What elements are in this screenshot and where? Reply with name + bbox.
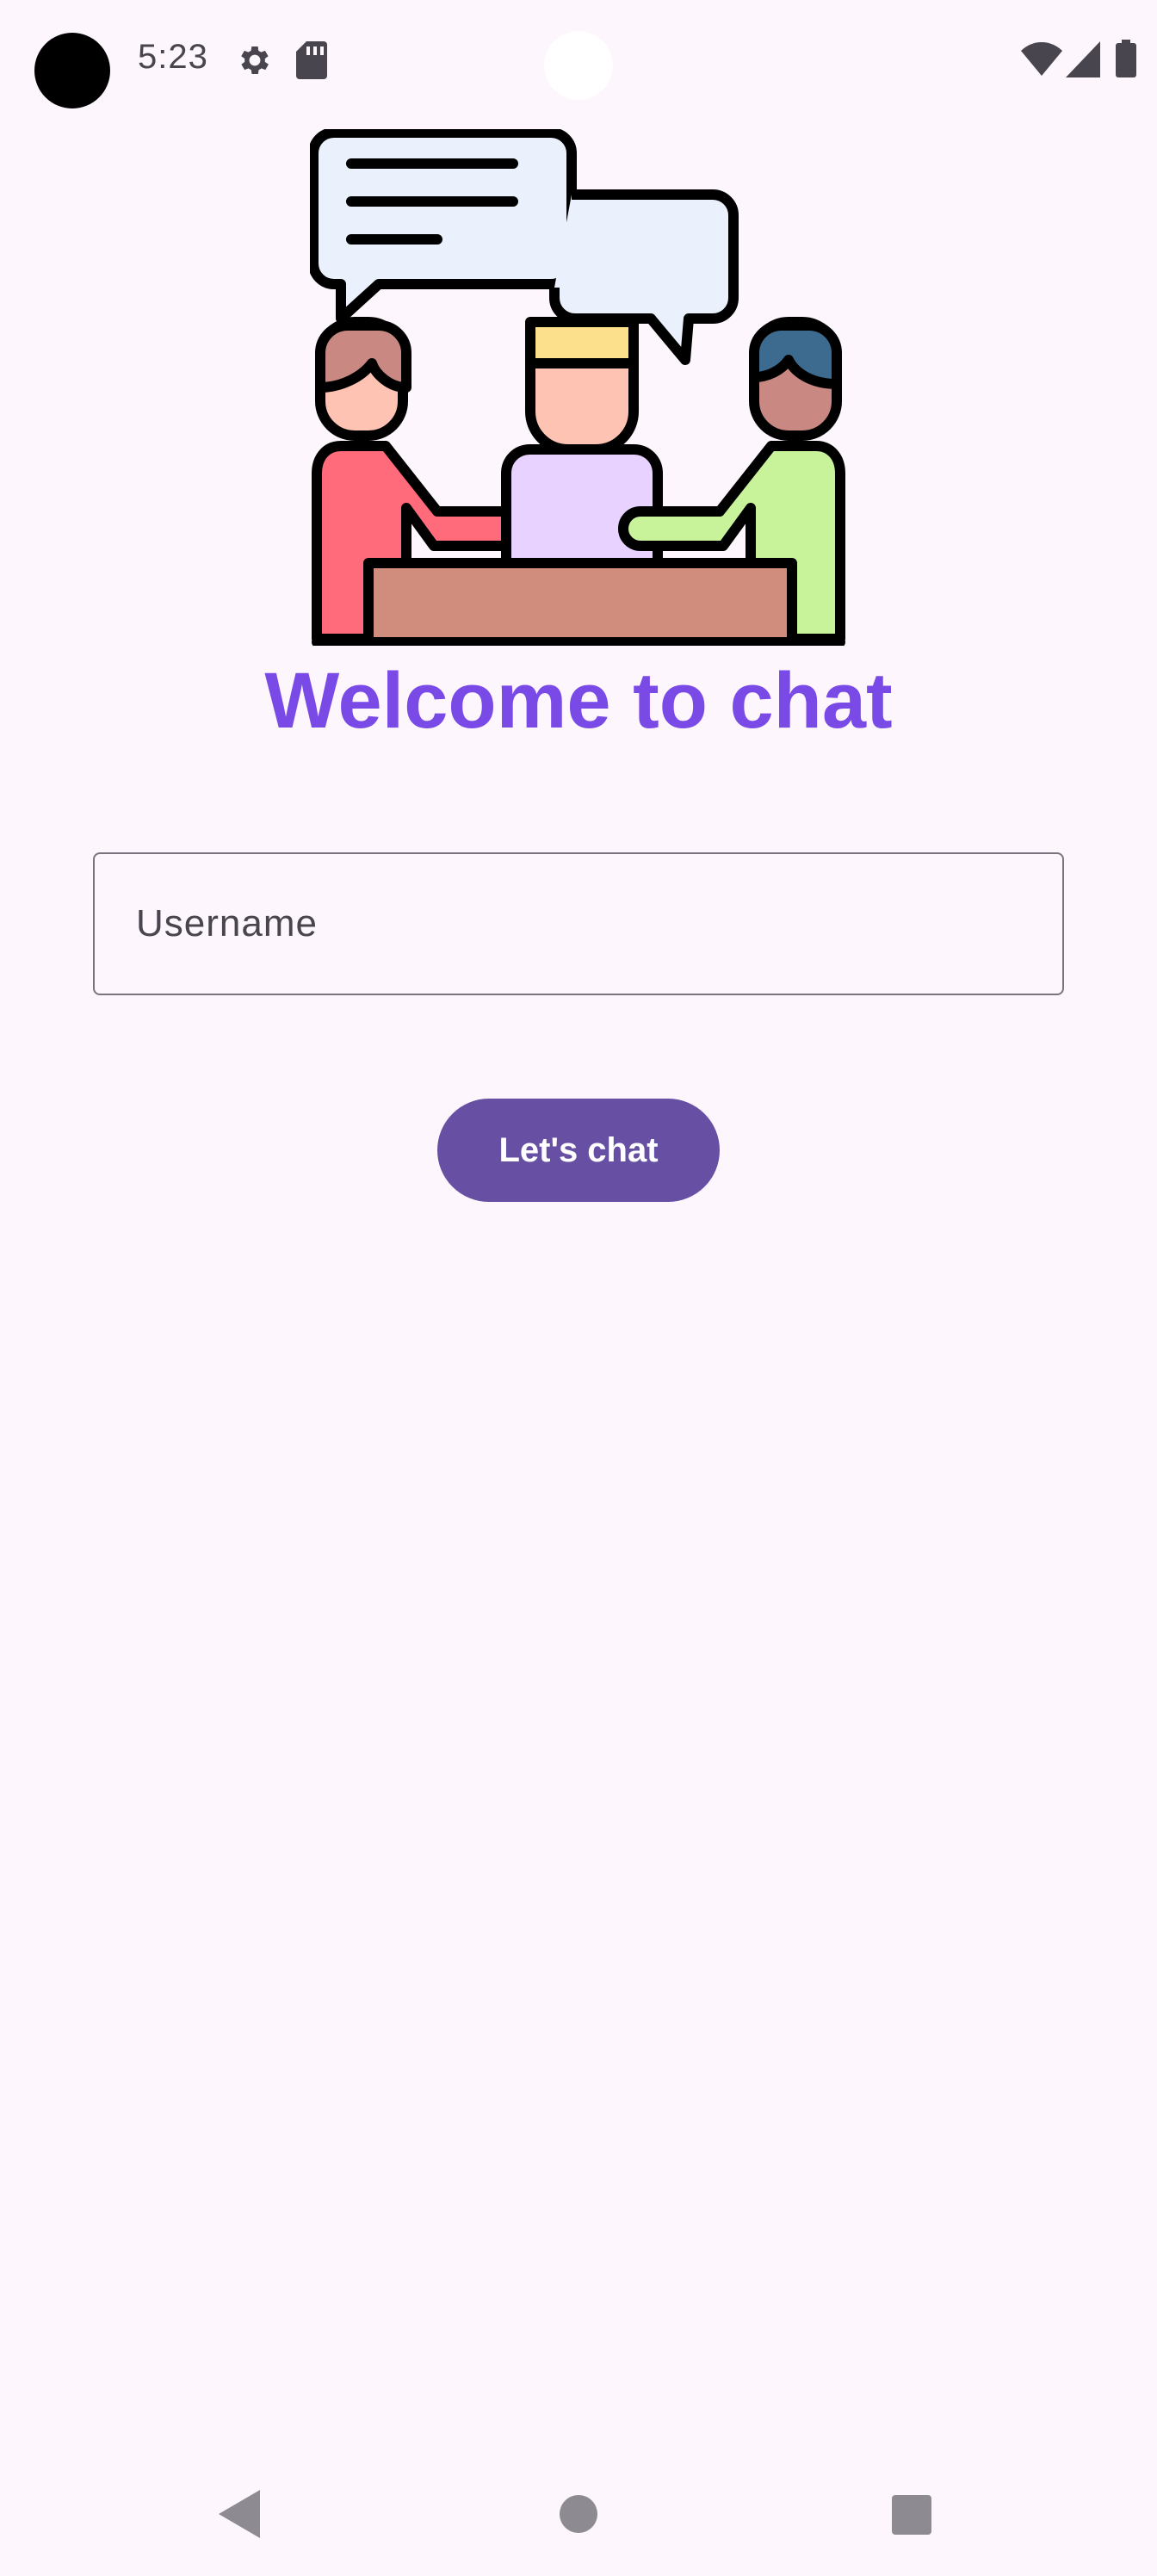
home-icon[interactable] [560,2495,597,2533]
username-input[interactable] [93,852,1064,995]
camera-cutout [34,33,110,108]
recents-icon[interactable] [892,2495,931,2535]
status-bar: 5:23 [0,0,1157,121]
welcome-title: Welcome to chat [264,657,893,745]
wifi-icon [1021,42,1062,76]
signal-icon [1066,41,1100,77]
status-time: 5:23 [138,38,208,76]
gear-icon [241,46,269,74]
login-screen: 5:23 Welcome to chat Username Let's chat [0,0,1157,2576]
people-chatting-illustration [310,129,845,646]
back-icon[interactable] [219,2490,260,2538]
navigation-bar [0,2452,1157,2576]
lets-chat-button[interactable]: Let's chat [437,1099,720,1202]
battery-icon [1116,40,1136,77]
sd-card-icon [296,41,327,79]
front-sensor [544,31,613,100]
